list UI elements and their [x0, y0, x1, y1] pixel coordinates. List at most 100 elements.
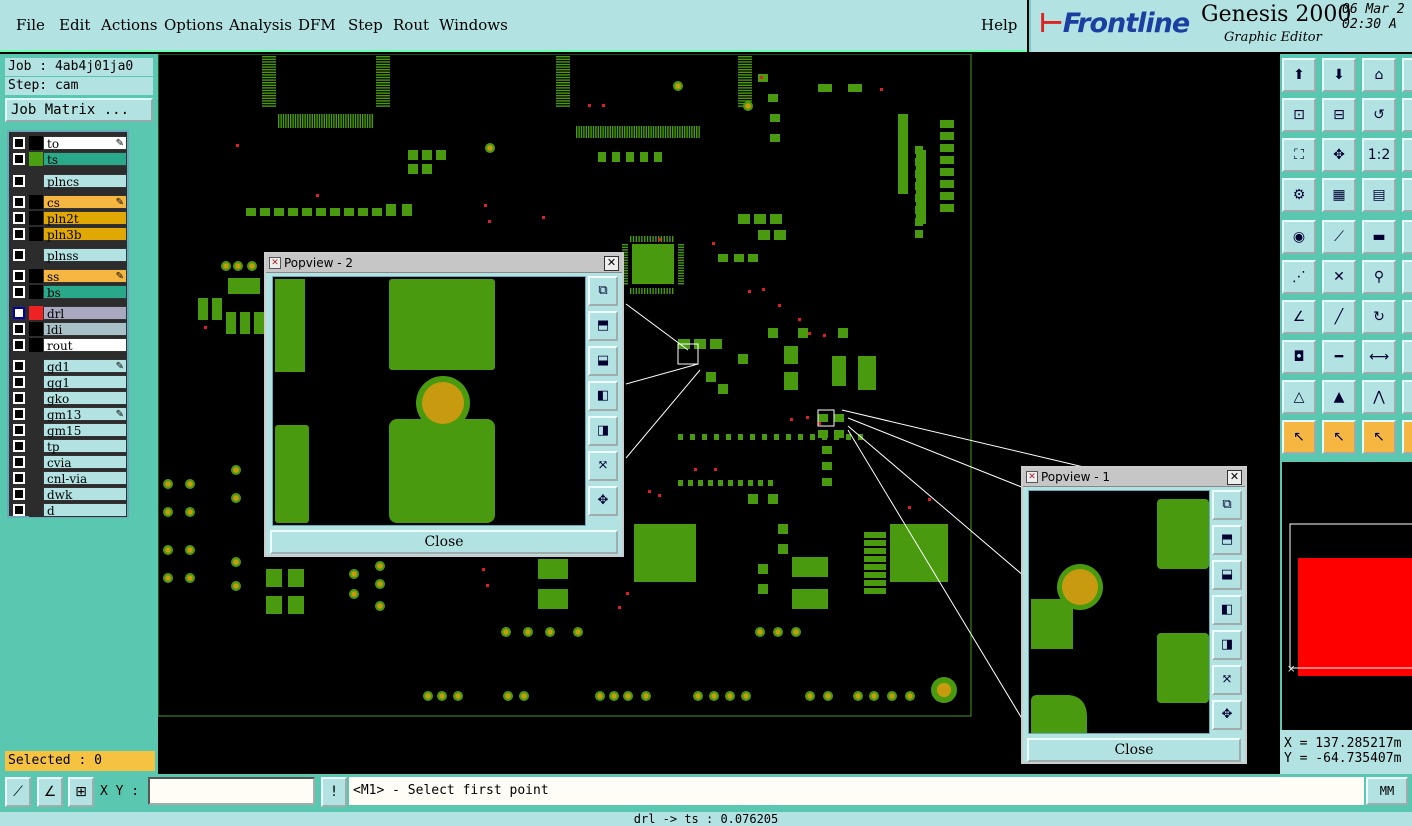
layer-checkbox[interactable] [13, 339, 25, 351]
pan-left-icon[interactable]: ◧ [1212, 595, 1242, 625]
measure-icon[interactable]: ◉ [1282, 220, 1316, 254]
layer-checkbox[interactable] [13, 408, 25, 420]
extra-icon[interactable]: ▯ [1402, 58, 1412, 92]
layer-row-plnss[interactable]: plnss [11, 248, 127, 263]
pad-tool-icon[interactable]: ◘ [1282, 340, 1316, 374]
layer-name[interactable]: ldi [43, 322, 127, 337]
layer-name[interactable]: ss ✎ [43, 269, 127, 284]
popview-1-titlebar[interactable]: ✕ Popview - 1 [1023, 468, 1245, 487]
layer-checkbox[interactable] [13, 392, 25, 404]
center-icon[interactable]: ✥ [1322, 138, 1356, 172]
layer-checkbox[interactable] [13, 504, 25, 516]
home-icon[interactable]: ⌂ [1362, 58, 1396, 92]
layer-name[interactable]: drl [43, 306, 127, 321]
layer-name[interactable]: ts [43, 152, 127, 167]
job-matrix-button[interactable]: Job Matrix ... [5, 98, 153, 122]
layer-row-d[interactable]: d [11, 503, 127, 518]
layer-checkbox[interactable] [13, 376, 25, 388]
layer-name[interactable]: gg1 [43, 375, 127, 390]
layer-checkbox[interactable] [13, 472, 25, 484]
menu-actions[interactable]: Actions [101, 16, 157, 34]
layer-name[interactable]: plnss [43, 248, 127, 263]
xy-input[interactable] [148, 777, 315, 805]
extra-icon[interactable]: ▯ [1402, 260, 1412, 294]
layer-row-cs[interactable]: cs ✎ [11, 195, 127, 210]
layer-name[interactable]: cvia [43, 455, 127, 470]
layer-row-pln3b[interactable]: pln3b [11, 227, 127, 242]
extra-icon[interactable]: ▯ [1402, 420, 1412, 454]
ratio-icon[interactable]: 1:2 [1362, 138, 1396, 172]
pan-left-icon[interactable]: ◧ [588, 381, 618, 411]
layer-row-pln2t[interactable]: pln2t [11, 211, 127, 226]
zoom-in-icon[interactable]: ⊡ [1282, 98, 1316, 132]
pan-up-icon[interactable]: ⬒ [588, 311, 618, 341]
layer-row-plncs[interactable]: plncs [11, 174, 127, 189]
extra-icon[interactable]: ▯ [1402, 138, 1412, 172]
layer-checkbox[interactable] [13, 488, 25, 500]
save-icon[interactable]: ⬇ [1322, 58, 1356, 92]
menu-dfm[interactable]: DFM [298, 16, 336, 34]
popview-2-titlebar[interactable]: ✕ Popview - 2 [266, 254, 622, 273]
extra-icon[interactable]: ▯ [1402, 340, 1412, 374]
menu-help[interactable]: Help [981, 16, 1017, 34]
menu-options[interactable]: Options [164, 16, 223, 34]
extra-icon[interactable]: ▯ [1402, 98, 1412, 132]
menu-file[interactable]: File [16, 16, 45, 34]
zoom-fit-icon[interactable]: ✥ [588, 486, 618, 516]
pan-down-icon[interactable]: ⬓ [588, 346, 618, 376]
node-icon[interactable]: ⋰ [1282, 260, 1316, 294]
layer-row-ldi[interactable]: ldi [11, 322, 127, 337]
grid-icon[interactable]: ⊞ [68, 777, 94, 807]
extra-icon[interactable]: ▯ [1402, 380, 1412, 414]
draw-icon[interactable]: ⟋ [1322, 220, 1356, 254]
popview-2-view[interactable] [272, 276, 586, 526]
layer-name[interactable]: gd1 ✎ [43, 359, 127, 374]
pan-right-icon[interactable]: ◨ [588, 416, 618, 446]
layer-checkbox[interactable] [13, 212, 25, 224]
layer-row-gd1[interactable]: gd1 ✎ [11, 359, 127, 374]
layer-checkbox[interactable] [13, 228, 25, 240]
triangle-up-icon[interactable]: ▲ [1322, 380, 1356, 414]
layer-name[interactable]: bs [43, 285, 127, 300]
triangle-icon[interactable]: △ [1282, 380, 1316, 414]
layer-row-dwk[interactable]: dwk [11, 487, 127, 502]
connect-icon[interactable]: ⚲ [1362, 260, 1396, 294]
layer-checkbox[interactable] [13, 307, 25, 319]
overview-map[interactable]: × [1280, 462, 1412, 730]
popview-2-window[interactable]: ✕ Popview - 2 ✕ ⧉ ⬒ ⬓ ◧ ◨ ⤧ ✥ Close [264, 252, 624, 557]
layer-checkbox[interactable] [13, 137, 25, 149]
menu-analysis[interactable]: Analysis [229, 16, 292, 34]
layer-checkbox[interactable] [13, 249, 25, 261]
ruler-icon[interactable]: ▬ [1362, 220, 1396, 254]
zoom-fit-icon[interactable]: ✥ [1212, 700, 1242, 730]
zoom-window-icon[interactable]: ⧉ [588, 276, 618, 306]
popview-1-close-button[interactable]: Close [1027, 738, 1241, 762]
menu-step[interactable]: Step [348, 16, 383, 34]
close-icon[interactable]: ✕ [1227, 470, 1242, 485]
layer-checkbox[interactable] [13, 175, 25, 187]
layer-checkbox[interactable] [13, 323, 25, 335]
menu-edit[interactable]: Edit [59, 16, 90, 34]
angle-icon[interactable]: ∠ [37, 777, 63, 807]
pan-right-icon[interactable]: ◨ [1212, 630, 1242, 660]
layer-name[interactable]: tp [43, 439, 127, 454]
extra-icon[interactable]: ▯ [1402, 220, 1412, 254]
layer-name[interactable]: to ✎ [43, 136, 127, 151]
zoom-home-icon[interactable]: ⤧ [588, 451, 618, 481]
angle-tool-icon[interactable]: ∠ [1282, 300, 1316, 334]
units-button[interactable]: MM [1366, 777, 1408, 805]
layer-row-tp[interactable]: tp [11, 439, 127, 454]
pointer-rotate-icon[interactable]: ↖ [1362, 420, 1396, 454]
layer-name[interactable]: pln3b [43, 227, 127, 242]
menu-rout[interactable]: Rout [393, 16, 429, 34]
zoom-home-icon[interactable]: ⤧ [1212, 665, 1242, 695]
layer-row-gg1[interactable]: gg1 [11, 375, 127, 390]
layer-name[interactable]: rout [43, 338, 127, 353]
snap-icon[interactable]: ⟋ [5, 777, 31, 807]
layer-row-bs[interactable]: bs [11, 285, 127, 300]
layer-checkbox[interactable] [13, 456, 25, 468]
layer-checkbox[interactable] [13, 196, 25, 208]
settings-icon[interactable]: ⚙ [1282, 178, 1316, 212]
alert-icon[interactable]: ! [321, 777, 347, 807]
layer-row-drl[interactable]: drl [11, 306, 127, 321]
